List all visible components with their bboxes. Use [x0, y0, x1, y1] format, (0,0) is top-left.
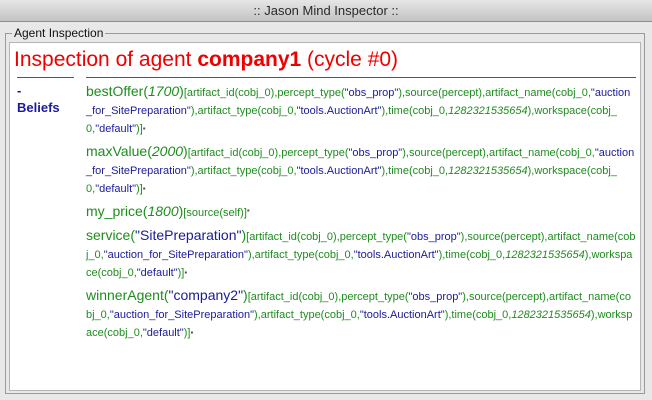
annotation-time: 1282321535654: [505, 249, 585, 261]
agent-inspection-group: Agent Inspection Inspection of agent com…: [5, 26, 645, 394]
belief-name: service: [86, 227, 131, 243]
agent-name: company1: [197, 48, 302, 71]
annotation-string: "obs_prop": [408, 291, 463, 303]
annotation: ),source(percept),artifact_name(cobj_0,: [402, 147, 595, 159]
annotation-string: "tools.AuctionArt": [296, 165, 382, 177]
section-title: Beliefs: [17, 100, 60, 115]
annotation: [artifact_id(cobj_0),percept_type(: [246, 231, 407, 243]
annotation: ),time(cobj_0,: [381, 165, 449, 177]
content-divider: [86, 77, 636, 78]
belief-args: 1800: [147, 203, 179, 219]
bullet-icon: ▪: [142, 184, 146, 193]
annotation-string: "obs_prop": [406, 231, 461, 243]
annotation: ),time(cobj_0,: [381, 105, 449, 117]
section-dash: -: [17, 83, 22, 98]
cycle-label: (cycle #0): [301, 48, 399, 71]
bullet-icon: ▪: [184, 268, 188, 277]
belief-args: "SitePreparation": [135, 227, 242, 243]
annotation-string: "auction_for_SitePreparation": [109, 309, 255, 321]
bullet-icon: ▪: [142, 124, 146, 133]
annotation: ),time(cobj_0,: [438, 249, 506, 261]
window-title: :: Jason Mind Inspector ::: [253, 3, 399, 18]
annotation: ),time(cobj_0,: [444, 309, 512, 321]
annotation-string: "default": [95, 183, 137, 195]
annotation: ),artifact_type(cobj_0,: [254, 309, 360, 321]
window-body: Agent Inspection Inspection of agent com…: [0, 22, 652, 400]
belief-item: bestOffer(1700)[artifact_id(cobj_0),perc…: [86, 82, 636, 138]
annotation: )]: [136, 123, 143, 135]
annotation: ),artifact_type(cobj_0,: [190, 165, 297, 177]
belief-name: bestOffer: [86, 83, 144, 99]
annotation-string: "obs_prop": [348, 147, 403, 159]
annotation: )]: [136, 183, 143, 195]
annotation: ),source(percept),artifact_name(cobj_0,: [398, 87, 591, 99]
annotation-string: "obs_prop": [344, 87, 399, 99]
annotation: [artifact_id(cobj_0),percept_type(: [187, 147, 349, 159]
belief-args: 1700: [148, 83, 180, 99]
section-beliefs: - Beliefs: [17, 82, 81, 116]
window-titlebar[interactable]: :: Jason Mind Inspector ::: [0, 0, 652, 22]
belief-args: 2000: [151, 143, 184, 159]
belief-item: maxValue(2000)[artifact_id(cobj_0),perce…: [86, 142, 636, 198]
annotation-string: "default": [136, 267, 178, 279]
annotation-string: "default": [142, 327, 184, 339]
annotation-string: "auction_for_SitePreparation": [103, 249, 248, 261]
belief-args: "company2": [168, 287, 244, 303]
belief-item: my_price(1800)[source(self)]▪: [86, 202, 636, 222]
inspection-panel[interactable]: Inspection of agent company1 (cycle #0) …: [9, 42, 641, 391]
belief-item: service("SitePreparation")[artifact_id(c…: [86, 226, 636, 282]
annotation: ),artifact_type(cobj_0,: [247, 249, 354, 261]
annotation: [source(self)]: [183, 207, 247, 219]
group-label: Agent Inspection: [12, 26, 106, 40]
annotation-string: "tools.AuctionArt": [359, 309, 445, 321]
annotation: ),artifact_type(cobj_0,: [190, 105, 297, 117]
annotation-string: "tools.AuctionArt": [296, 105, 382, 117]
annotation-time: 1282321535654: [511, 309, 591, 321]
bullet-icon: ▪: [190, 328, 194, 337]
belief-name: winnerAgent: [86, 287, 164, 303]
annotation: [artifact_id(cobj_0),percept_type(: [183, 87, 345, 99]
annotation-time: 1282321535654: [448, 165, 528, 177]
annotation-string: "tools.AuctionArt": [353, 249, 439, 261]
annotation-string: "default": [95, 123, 137, 135]
annotation: [artifact_id(cobj_0),percept_type(: [247, 291, 409, 303]
beliefs-list: bestOffer(1700)[artifact_id(cobj_0),perc…: [86, 82, 636, 346]
belief-name: my_price: [86, 203, 143, 219]
section-divider: [17, 77, 74, 78]
belief-item: winnerAgent("company2")[artifact_id(cobj…: [86, 286, 636, 342]
annotation-time: 1282321535654: [448, 105, 528, 117]
bullet-icon: ▪: [246, 206, 250, 215]
title-prefix: Inspection of agent: [14, 48, 198, 71]
belief-name: maxValue: [86, 143, 148, 159]
page-title: Inspection of agent company1 (cycle #0): [14, 48, 398, 72]
